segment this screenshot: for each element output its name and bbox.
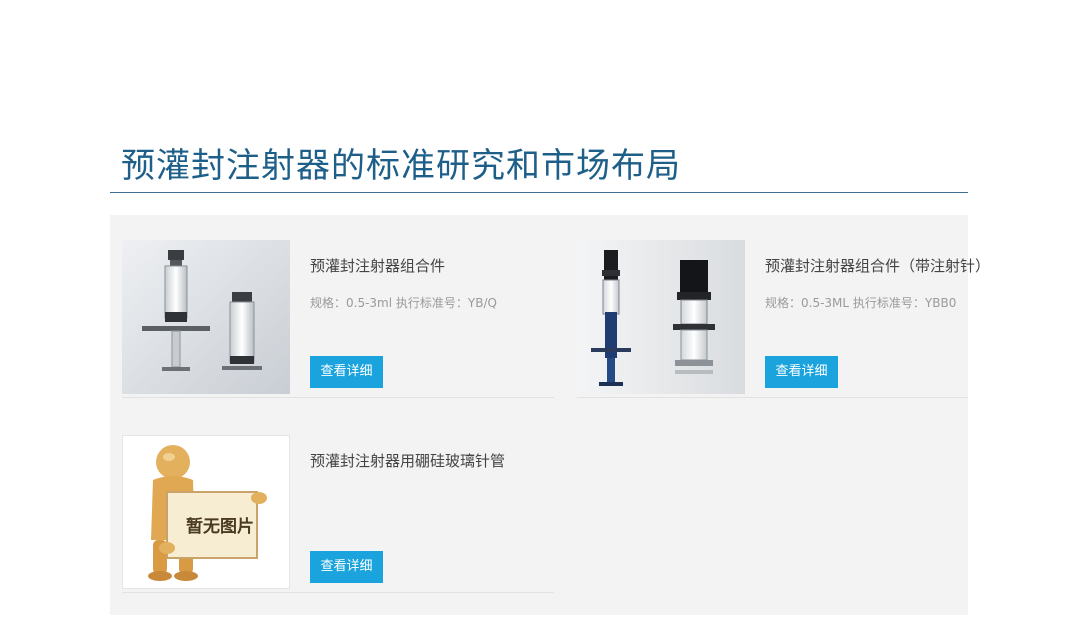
product-name[interactable]: 预灌封注射器组合件（带注射针） — [765, 255, 990, 276]
product-spec: 规格：0.5-3ML 执行标准号：YBB0 — [765, 296, 957, 310]
product-name[interactable]: 预灌封注射器组合件 — [310, 255, 445, 276]
product-card: 预灌封注射器组合件（带注射针） 规格：0.5-3ML 执行标准号：YBB0 查看… — [565, 215, 997, 398]
view-details-button[interactable]: 查看详细 — [310, 551, 383, 583]
product-card: 暂无图片 预灌封注射器用硼硅玻璃针管 查看详细 — [110, 410, 554, 593]
title-divider — [110, 192, 968, 193]
card-divider — [122, 397, 554, 398]
product-list-panel: 预灌封注射器组合件 规格：0.5-3ml 执行标准号：YB/Q 查看详细 预灌封… — [110, 215, 990, 615]
product-spec: 规格：0.5-3ml 执行标准号：YB/Q — [310, 296, 497, 310]
card-divider — [122, 592, 554, 593]
page-title: 预灌封注射器的标准研究和市场布局 — [121, 146, 681, 186]
syringe-with-needle-image[interactable] — [577, 240, 745, 394]
no-image-text: 暂无图片 — [186, 517, 254, 537]
no-image-placeholder[interactable]: 暂无图片 — [122, 435, 290, 589]
view-details-button[interactable]: 查看详细 — [310, 356, 383, 388]
view-details-button[interactable]: 查看详细 — [765, 356, 838, 388]
card-divider — [577, 397, 968, 398]
product-name[interactable]: 预灌封注射器用硼硅玻璃针管 — [310, 450, 505, 471]
glass-syringe-image[interactable] — [122, 240, 290, 394]
product-card: 预灌封注射器组合件 规格：0.5-3ml 执行标准号：YB/Q 查看详细 — [110, 215, 554, 398]
